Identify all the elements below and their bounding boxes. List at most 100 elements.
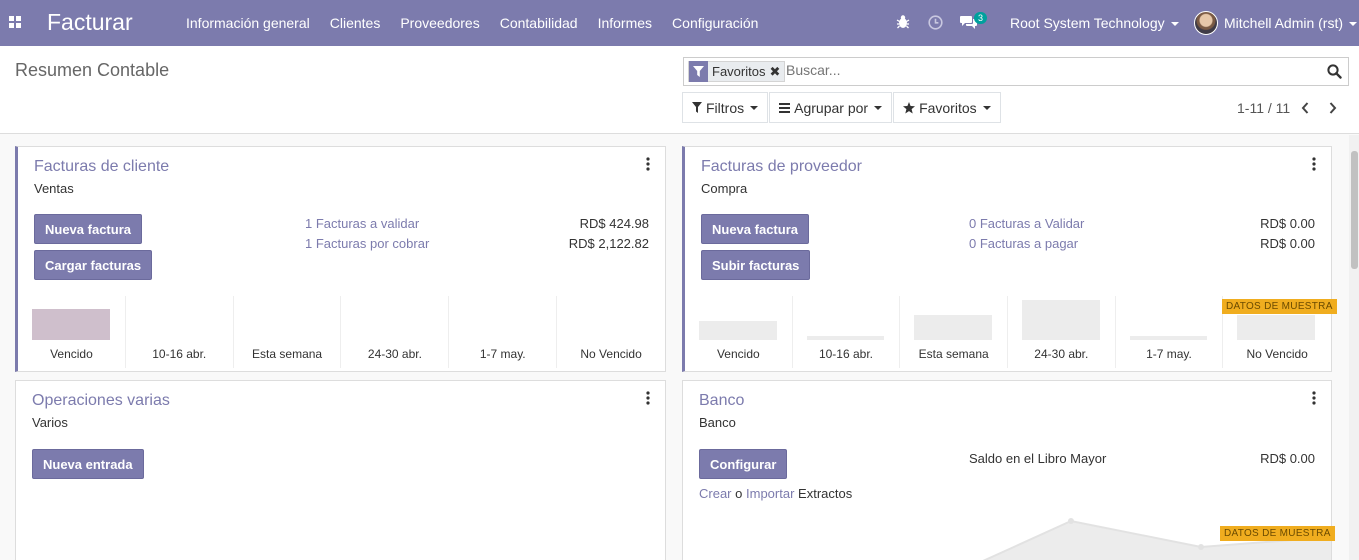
card-title[interactable]: Facturas de cliente (34, 158, 169, 176)
balance-amount: RD$ 0.00 (1260, 451, 1315, 466)
menu-item-overview[interactable]: Información general (176, 15, 320, 31)
graph-bar[interactable] (1129, 336, 1208, 340)
journal-card-vendor-bills: Facturas de proveedor Compra Nueva factu… (682, 146, 1337, 372)
top-navbar: Facturar Información general Clientes Pr… (0, 0, 1359, 46)
pager-previous-icon[interactable] (1300, 101, 1310, 115)
search-facet-favorites: Favoritos ✖ (688, 61, 786, 82)
graph-column[interactable]: 24-30 abr. (1008, 296, 1116, 368)
invoices-to-collect-link[interactable]: 1 Facturas por cobrar (305, 236, 429, 251)
bills-to-validate-amount: RD$ 0.00 (1260, 216, 1315, 231)
favorites-dropdown-button[interactable]: Favoritos (893, 92, 1001, 123)
graph-label: Esta semana (252, 347, 323, 361)
graph-label: No Vencido (1246, 347, 1308, 361)
scrollbar-thumb[interactable] (1351, 151, 1358, 269)
groupby-dropdown-button[interactable]: Agrupar por (769, 92, 893, 123)
filters-label: Filtros (706, 99, 745, 116)
bills-to-pay-amount: RD$ 0.00 (1260, 236, 1315, 251)
balance-label: Saldo en el Libro Mayor (969, 451, 1107, 466)
card-title[interactable]: Facturas de proveedor (701, 158, 862, 176)
user-avatar[interactable] (1194, 11, 1218, 35)
upload-bills-button[interactable]: Subir facturas (701, 250, 811, 280)
remove-facet-icon[interactable]: ✖ (769, 64, 784, 80)
graph-column[interactable]: Esta semana (900, 296, 1008, 368)
graph-column[interactable]: 10-16 abr. (793, 296, 901, 368)
upload-invoices-button[interactable]: Cargar facturas (34, 250, 153, 280)
graph-column[interactable]: Vencido (685, 296, 793, 368)
bills-to-pay-link[interactable]: 0 Facturas a pagar (969, 236, 1078, 251)
journal-card-bank: Banco Banco Configurar Saldo en el Libro… (682, 380, 1335, 560)
messages-count-badge: 3 (974, 12, 988, 24)
menu-item-configuration[interactable]: Configuración (662, 15, 768, 31)
graph-label: 1-7 may. (479, 347, 526, 361)
graph-label: 1-7 may. (1146, 347, 1192, 361)
menu-item-vendors[interactable]: Proveedores (390, 15, 489, 31)
graph-column[interactable]: 1-7 may. (1116, 296, 1224, 368)
graph-label: Esta semana (918, 347, 989, 361)
graph-label: Vencido (50, 347, 93, 361)
activity-clock-icon[interactable] (928, 15, 943, 30)
graph-column[interactable]: 10-16 abr. (126, 296, 234, 368)
card-menu-kebab-icon[interactable] (1312, 157, 1316, 171)
graph-bar[interactable] (914, 315, 992, 340)
card-menu-kebab-icon[interactable] (646, 391, 650, 405)
facet-label: Favoritos (712, 64, 766, 79)
page-scrollbar[interactable] (1349, 135, 1359, 560)
graph-column[interactable]: 24-30 abr. (342, 296, 450, 368)
caret-down-icon (982, 105, 991, 110)
bars-icon (779, 102, 791, 113)
card-menu-kebab-icon[interactable] (1312, 391, 1316, 405)
star-icon (903, 101, 916, 113)
user-menu[interactable]: Mitchell Admin (rst) (1224, 15, 1358, 31)
statements-actions: Crear o Importar Extractos (699, 486, 852, 501)
app-name: Facturar (47, 9, 133, 35)
graph-bar[interactable] (1237, 315, 1315, 340)
import-statement-link[interactable]: Importar (746, 486, 794, 501)
invoices-to-validate-link[interactable]: 1 Facturas a validar (305, 216, 419, 231)
graph-bar[interactable] (806, 336, 885, 340)
graph-label: 24-30 abr. (367, 347, 422, 361)
search-input[interactable] (786, 62, 1186, 78)
card-menu-kebab-icon[interactable] (646, 157, 650, 171)
card-subtitle: Banco (699, 415, 736, 430)
sample-data-badge: DATOS DE MUESTRA (1222, 299, 1337, 314)
card-title[interactable]: Banco (699, 392, 744, 410)
pager-value[interactable]: 1-11 / 11 (1237, 100, 1290, 116)
menu-item-customers[interactable]: Clientes (320, 15, 391, 31)
bills-to-validate-link[interactable]: 0 Facturas a Validar (969, 216, 1084, 231)
caret-down-icon (750, 105, 759, 110)
statements-text: Extractos (798, 486, 853, 501)
debug-bug-icon[interactable] (896, 14, 910, 30)
pager-next-icon[interactable] (1328, 101, 1338, 115)
journal-card-customer-invoices: Facturas de cliente Ventas Nueva factura… (15, 146, 666, 372)
graph-bar[interactable] (698, 321, 777, 340)
graph-bar[interactable] (32, 309, 110, 340)
create-statement-link[interactable]: Crear (699, 486, 732, 501)
user-name: Mitchell Admin (rst) (1224, 15, 1344, 31)
graph-label: Vencido (716, 347, 760, 361)
new-invoice-button[interactable]: Nueva factura (34, 214, 142, 244)
or-text: o (735, 486, 743, 501)
card-subtitle: Varios (32, 415, 68, 430)
filters-dropdown-button[interactable]: Filtros (682, 92, 769, 123)
search-icon[interactable] (1327, 64, 1342, 79)
configure-bank-button[interactable]: Configurar (699, 449, 788, 479)
graph-column[interactable]: No Vencido (557, 296, 665, 368)
caret-down-icon (1170, 22, 1179, 27)
main-menu: Información general Clientes Proveedores… (176, 0, 768, 46)
graph-column[interactable]: Esta semana (234, 296, 342, 368)
new-entry-button[interactable]: Nueva entrada (32, 449, 144, 479)
graph-column[interactable]: Vencido (18, 296, 126, 368)
card-title[interactable]: Operaciones varias (32, 392, 170, 410)
menu-item-accounting[interactable]: Contabilidad (490, 15, 588, 31)
graph-label: 10-16 abr. (152, 347, 207, 361)
graph-bar[interactable] (1021, 300, 1100, 340)
new-bill-button[interactable]: Nueva factura (701, 214, 809, 244)
aging-bar-graph[interactable]: Vencido 10-16 abr. Esta semana 24-30 abr. 1-… (18, 296, 665, 368)
invoices-to-validate-amount: RD$ 424.98 (579, 216, 649, 231)
menu-item-reports[interactable]: Informes (588, 15, 662, 31)
company-switcher[interactable]: Root System Technology (1010, 15, 1179, 31)
caret-down-icon (1349, 22, 1358, 27)
graph-column[interactable]: 1-7 may. (449, 296, 558, 368)
caret-down-icon (874, 105, 883, 110)
apps-menu-icon[interactable] (9, 16, 21, 28)
